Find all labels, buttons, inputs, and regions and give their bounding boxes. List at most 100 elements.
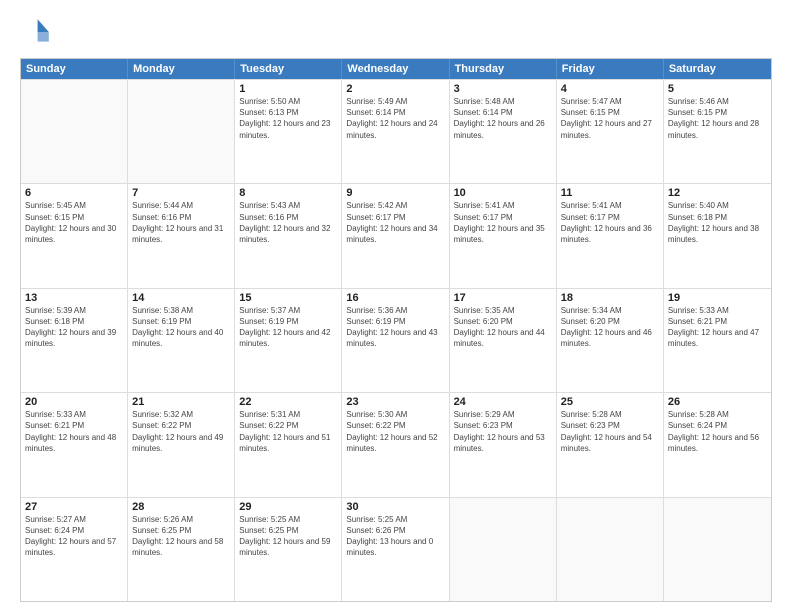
day-info: Sunrise: 5:35 AM Sunset: 6:20 PM Dayligh… [454,305,552,350]
cal-header-day: Friday [557,59,664,79]
day-number: 5 [668,83,767,95]
cal-cell: 22Sunrise: 5:31 AM Sunset: 6:22 PM Dayli… [235,393,342,496]
cal-row: 27Sunrise: 5:27 AM Sunset: 6:24 PM Dayli… [21,497,771,601]
day-info: Sunrise: 5:43 AM Sunset: 6:16 PM Dayligh… [239,200,337,245]
day-number: 26 [668,396,767,408]
cal-row: 20Sunrise: 5:33 AM Sunset: 6:21 PM Dayli… [21,392,771,496]
cal-cell: 4Sunrise: 5:47 AM Sunset: 6:15 PM Daylig… [557,80,664,183]
day-number: 19 [668,292,767,304]
day-info: Sunrise: 5:38 AM Sunset: 6:19 PM Dayligh… [132,305,230,350]
logo [20,16,56,48]
cal-cell: 15Sunrise: 5:37 AM Sunset: 6:19 PM Dayli… [235,289,342,392]
day-number: 16 [346,292,444,304]
cal-cell [128,80,235,183]
day-number: 22 [239,396,337,408]
day-number: 29 [239,501,337,513]
cal-cell: 24Sunrise: 5:29 AM Sunset: 6:23 PM Dayli… [450,393,557,496]
cal-cell: 21Sunrise: 5:32 AM Sunset: 6:22 PM Dayli… [128,393,235,496]
cal-header-day: Saturday [664,59,771,79]
day-number: 3 [454,83,552,95]
cal-cell: 9Sunrise: 5:42 AM Sunset: 6:17 PM Daylig… [342,184,449,287]
day-number: 30 [346,501,444,513]
day-number: 12 [668,187,767,199]
cal-header-day: Monday [128,59,235,79]
cal-cell: 10Sunrise: 5:41 AM Sunset: 6:17 PM Dayli… [450,184,557,287]
calendar: SundayMondayTuesdayWednesdayThursdayFrid… [20,58,772,602]
cal-cell: 29Sunrise: 5:25 AM Sunset: 6:25 PM Dayli… [235,498,342,601]
cal-cell [664,498,771,601]
logo-icon [20,16,52,48]
cal-cell: 14Sunrise: 5:38 AM Sunset: 6:19 PM Dayli… [128,289,235,392]
cal-cell: 20Sunrise: 5:33 AM Sunset: 6:21 PM Dayli… [21,393,128,496]
header [20,16,772,48]
cal-cell [450,498,557,601]
day-number: 14 [132,292,230,304]
day-number: 13 [25,292,123,304]
day-number: 15 [239,292,337,304]
cal-cell: 17Sunrise: 5:35 AM Sunset: 6:20 PM Dayli… [450,289,557,392]
cal-cell: 12Sunrise: 5:40 AM Sunset: 6:18 PM Dayli… [664,184,771,287]
calendar-body: 1Sunrise: 5:50 AM Sunset: 6:13 PM Daylig… [21,79,771,601]
day-info: Sunrise: 5:32 AM Sunset: 6:22 PM Dayligh… [132,409,230,454]
cal-cell: 28Sunrise: 5:26 AM Sunset: 6:25 PM Dayli… [128,498,235,601]
day-number: 21 [132,396,230,408]
day-number: 27 [25,501,123,513]
day-info: Sunrise: 5:37 AM Sunset: 6:19 PM Dayligh… [239,305,337,350]
day-number: 1 [239,83,337,95]
cal-header-day: Thursday [450,59,557,79]
page: SundayMondayTuesdayWednesdayThursdayFrid… [0,0,792,612]
day-info: Sunrise: 5:31 AM Sunset: 6:22 PM Dayligh… [239,409,337,454]
day-info: Sunrise: 5:36 AM Sunset: 6:19 PM Dayligh… [346,305,444,350]
cal-row: 13Sunrise: 5:39 AM Sunset: 6:18 PM Dayli… [21,288,771,392]
cal-cell: 5Sunrise: 5:46 AM Sunset: 6:15 PM Daylig… [664,80,771,183]
day-info: Sunrise: 5:40 AM Sunset: 6:18 PM Dayligh… [668,200,767,245]
day-info: Sunrise: 5:41 AM Sunset: 6:17 PM Dayligh… [454,200,552,245]
day-info: Sunrise: 5:25 AM Sunset: 6:25 PM Dayligh… [239,514,337,559]
cal-cell: 2Sunrise: 5:49 AM Sunset: 6:14 PM Daylig… [342,80,449,183]
day-info: Sunrise: 5:28 AM Sunset: 6:24 PM Dayligh… [668,409,767,454]
day-info: Sunrise: 5:33 AM Sunset: 6:21 PM Dayligh… [668,305,767,350]
calendar-header: SundayMondayTuesdayWednesdayThursdayFrid… [21,59,771,79]
day-info: Sunrise: 5:44 AM Sunset: 6:16 PM Dayligh… [132,200,230,245]
day-number: 20 [25,396,123,408]
cal-cell: 6Sunrise: 5:45 AM Sunset: 6:15 PM Daylig… [21,184,128,287]
day-info: Sunrise: 5:34 AM Sunset: 6:20 PM Dayligh… [561,305,659,350]
day-info: Sunrise: 5:25 AM Sunset: 6:26 PM Dayligh… [346,514,444,559]
day-info: Sunrise: 5:33 AM Sunset: 6:21 PM Dayligh… [25,409,123,454]
cal-cell: 30Sunrise: 5:25 AM Sunset: 6:26 PM Dayli… [342,498,449,601]
day-info: Sunrise: 5:39 AM Sunset: 6:18 PM Dayligh… [25,305,123,350]
cal-cell: 8Sunrise: 5:43 AM Sunset: 6:16 PM Daylig… [235,184,342,287]
cal-header-day: Tuesday [235,59,342,79]
day-info: Sunrise: 5:29 AM Sunset: 6:23 PM Dayligh… [454,409,552,454]
cal-cell: 1Sunrise: 5:50 AM Sunset: 6:13 PM Daylig… [235,80,342,183]
day-number: 23 [346,396,444,408]
cal-cell [21,80,128,183]
day-info: Sunrise: 5:27 AM Sunset: 6:24 PM Dayligh… [25,514,123,559]
day-number: 9 [346,187,444,199]
day-number: 10 [454,187,552,199]
day-info: Sunrise: 5:28 AM Sunset: 6:23 PM Dayligh… [561,409,659,454]
cal-row: 6Sunrise: 5:45 AM Sunset: 6:15 PM Daylig… [21,183,771,287]
day-info: Sunrise: 5:30 AM Sunset: 6:22 PM Dayligh… [346,409,444,454]
cal-cell: 3Sunrise: 5:48 AM Sunset: 6:14 PM Daylig… [450,80,557,183]
day-info: Sunrise: 5:41 AM Sunset: 6:17 PM Dayligh… [561,200,659,245]
day-info: Sunrise: 5:26 AM Sunset: 6:25 PM Dayligh… [132,514,230,559]
cal-cell: 26Sunrise: 5:28 AM Sunset: 6:24 PM Dayli… [664,393,771,496]
day-number: 2 [346,83,444,95]
cal-cell: 27Sunrise: 5:27 AM Sunset: 6:24 PM Dayli… [21,498,128,601]
day-info: Sunrise: 5:46 AM Sunset: 6:15 PM Dayligh… [668,96,767,141]
day-number: 17 [454,292,552,304]
day-info: Sunrise: 5:49 AM Sunset: 6:14 PM Dayligh… [346,96,444,141]
cal-cell: 11Sunrise: 5:41 AM Sunset: 6:17 PM Dayli… [557,184,664,287]
day-number: 11 [561,187,659,199]
day-number: 25 [561,396,659,408]
cal-cell: 13Sunrise: 5:39 AM Sunset: 6:18 PM Dayli… [21,289,128,392]
cal-cell: 7Sunrise: 5:44 AM Sunset: 6:16 PM Daylig… [128,184,235,287]
day-number: 7 [132,187,230,199]
cal-cell: 23Sunrise: 5:30 AM Sunset: 6:22 PM Dayli… [342,393,449,496]
day-number: 18 [561,292,659,304]
cal-header-day: Sunday [21,59,128,79]
cal-cell [557,498,664,601]
day-info: Sunrise: 5:50 AM Sunset: 6:13 PM Dayligh… [239,96,337,141]
cal-cell: 18Sunrise: 5:34 AM Sunset: 6:20 PM Dayli… [557,289,664,392]
